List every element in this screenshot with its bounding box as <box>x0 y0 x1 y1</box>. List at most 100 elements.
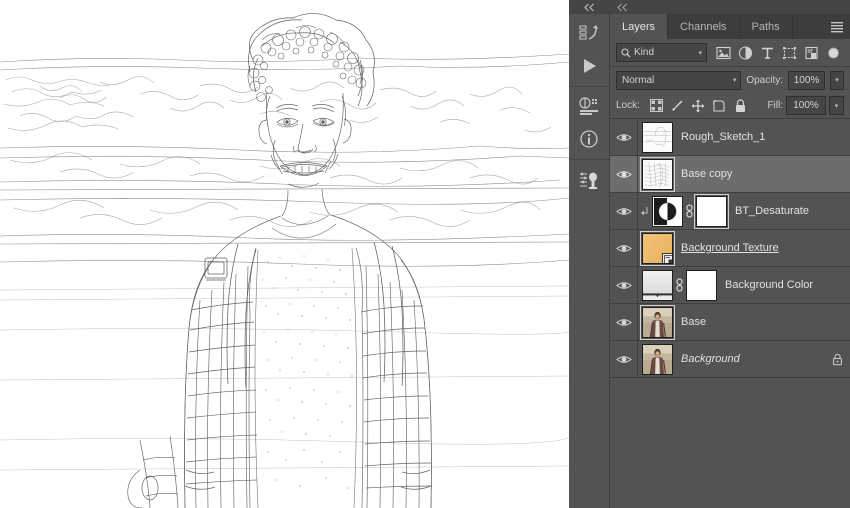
layer-visibility-toggle[interactable] <box>610 192 638 230</box>
fill-stepper[interactable]: ▾ <box>829 96 844 115</box>
smart-object-glyph-icon <box>664 254 672 263</box>
layer-visibility-toggle[interactable] <box>610 155 638 193</box>
tab-layers-label: Layers <box>622 20 656 33</box>
lock-label: Lock: <box>616 100 640 111</box>
history-panel-button[interactable] <box>573 19 605 49</box>
collapse-panels-button[interactable] <box>568 0 610 14</box>
adjustments-panel-button[interactable] <box>573 165 605 195</box>
layer-thumbnail[interactable] <box>642 121 673 153</box>
fill-label: Fill: <box>767 100 783 111</box>
fill-value: 100% <box>793 100 819 111</box>
blend-mode-value: Normal <box>622 74 655 86</box>
layer-visibility-toggle[interactable] <box>610 229 638 267</box>
layer-thumbnail[interactable] <box>640 156 675 192</box>
layer-name-label[interactable]: Rough_Sketch_1 <box>681 131 850 143</box>
layer-visibility-toggle[interactable] <box>610 119 638 156</box>
padlock-icon <box>735 98 745 112</box>
clipping-mask-indicator <box>638 205 652 217</box>
layer-mask-thumbnail[interactable] <box>686 269 717 301</box>
thumb-photo-svg <box>643 307 672 337</box>
filter-shape-icon[interactable] <box>779 42 800 63</box>
tab-channels[interactable]: Channels <box>668 14 740 39</box>
layer-name-label[interactable]: Base copy <box>681 168 850 180</box>
lock-image-icon[interactable] <box>669 97 686 114</box>
layer-filter-row: Kind ▾ <box>610 39 850 67</box>
layer-visibility-toggle[interactable] <box>610 266 638 304</box>
blend-mode-row: Normal ▾ Opacity: 100% ▾ <box>610 67 850 93</box>
layer-name-label[interactable]: BT_Desaturate <box>735 205 850 217</box>
filter-type-icon[interactable] <box>757 42 778 63</box>
opacity-input[interactable]: 100% <box>788 70 826 90</box>
actions-play-icon <box>584 59 596 73</box>
filter-toggle-icon[interactable] <box>823 42 844 63</box>
properties-panel-button[interactable] <box>573 92 605 122</box>
layer-name-label[interactable]: Background Color <box>725 279 850 291</box>
layer-thumbnail[interactable] <box>652 195 683 227</box>
panel-tab-strip: Layers Channels Paths <box>610 14 850 39</box>
layers-panel: Layers Channels Paths Kind ▾ Normal ▾ Op… <box>610 0 850 508</box>
layer-row[interactable]: Background <box>610 340 850 378</box>
opacity-label: Opacity: <box>746 74 784 86</box>
padlock-icon <box>832 353 842 365</box>
lock-row: Lock: Fill: 100% ▾ <box>610 93 850 119</box>
layer-row[interactable]: Base copy <box>610 155 850 193</box>
layer-visibility-toggle[interactable] <box>610 340 638 378</box>
clipping-mask-arrow-icon <box>641 207 648 216</box>
chevron-down-icon: ▾ <box>732 77 737 84</box>
layer-thumbnail[interactable] <box>640 230 675 266</box>
layer-name-label[interactable]: Base <box>681 316 850 328</box>
tab-paths[interactable]: Paths <box>739 14 793 39</box>
chevron-down-icon: ▾ <box>698 49 702 57</box>
smart-object-badge-icon <box>662 252 672 263</box>
layer-row[interactable]: Base <box>610 303 850 341</box>
panel-menu-button[interactable] <box>824 14 850 39</box>
filter-adjustment-icon[interactable] <box>735 42 756 63</box>
layer-thumbnail[interactable] <box>640 304 675 340</box>
layer-row[interactable]: Background Texture <box>610 229 850 267</box>
mask-link-indicator[interactable] <box>673 278 686 292</box>
blend-mode-select[interactable]: Normal ▾ <box>616 70 742 90</box>
info-panel-button[interactable] <box>573 124 605 154</box>
lock-transparency-icon[interactable] <box>648 97 665 114</box>
filter-type-icons <box>713 42 844 63</box>
mask-link-indicator[interactable] <box>683 204 696 218</box>
hamburger-menu-icon <box>831 21 843 32</box>
thumb-gradient-slider-svg <box>643 292 672 300</box>
move-arrows-icon <box>691 99 705 112</box>
fill-input[interactable]: 100% <box>786 96 826 115</box>
shape-layer-icon <box>783 46 796 59</box>
actions-panel-button[interactable] <box>573 51 605 81</box>
layer-row[interactable]: Background Color <box>610 266 850 304</box>
lock-position-icon[interactable] <box>690 97 707 114</box>
eye-icon <box>615 281 632 289</box>
thumb-adjustment-art <box>653 196 682 226</box>
layer-thumbnail[interactable] <box>642 343 673 375</box>
tab-strip-spacer <box>792 14 824 39</box>
opacity-stepper[interactable]: ▾ <box>830 70 845 90</box>
thumb-sketch-svg <box>643 122 672 152</box>
link-chain-icon <box>676 278 683 292</box>
layer-row[interactable]: Rough_Sketch_1 <box>610 119 850 156</box>
lock-all-icon[interactable] <box>732 97 749 114</box>
layer-row[interactable]: BT_Desaturate <box>610 192 850 230</box>
layer-visibility-toggle[interactable] <box>610 303 638 341</box>
thumb-sketch-dense-svg <box>643 159 672 189</box>
layer-mask-thumbnail[interactable] <box>694 193 729 229</box>
eye-icon <box>615 355 632 363</box>
tab-layers[interactable]: Layers <box>610 14 669 39</box>
lock-artboard-icon[interactable] <box>711 97 728 114</box>
adjustments-icon <box>580 172 597 189</box>
layer-thumbnail[interactable] <box>642 269 673 301</box>
chevron-down-icon: ▾ <box>834 102 839 110</box>
canvas-area[interactable] <box>0 0 569 508</box>
panel-collapse-bar[interactable] <box>610 0 850 14</box>
chevron-down-icon: ▾ <box>835 77 839 84</box>
filter-pixel-icon[interactable] <box>713 42 734 63</box>
filter-kind-select[interactable]: Kind ▾ <box>616 43 707 62</box>
rail-group-adjustments <box>569 160 610 200</box>
filter-smartobject-icon[interactable] <box>801 42 822 63</box>
layer-name-label[interactable]: Background Texture <box>681 242 850 254</box>
layer-locked-indicator <box>824 353 850 366</box>
layer-name-label[interactable]: Background <box>681 353 824 365</box>
eye-icon <box>615 318 632 326</box>
